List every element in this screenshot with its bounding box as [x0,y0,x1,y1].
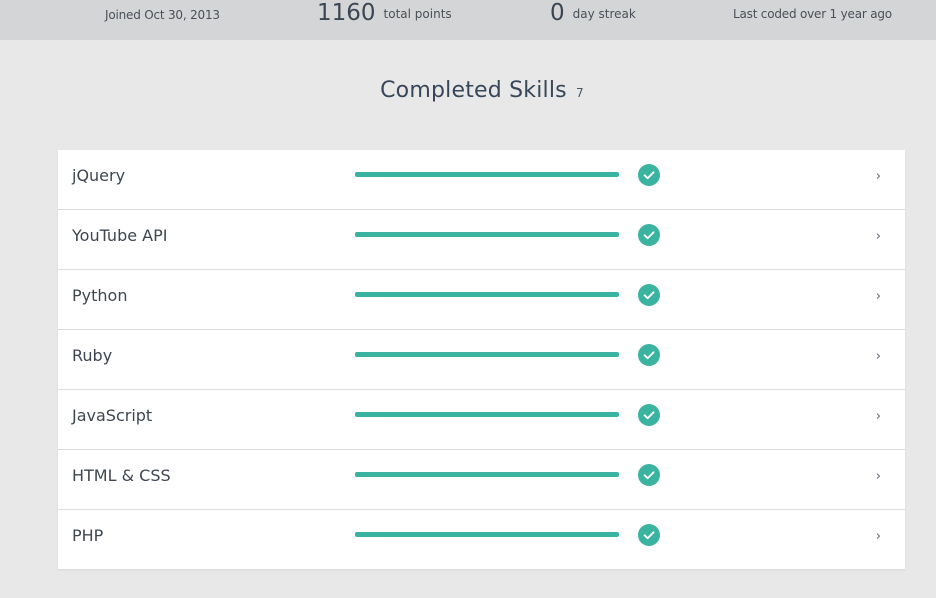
skill-progress-bar [355,172,619,177]
skill-progress-fill [355,172,619,177]
skill-progress-fill [355,292,619,297]
chevron-right-icon[interactable]: › [876,349,881,364]
joined-date-stat: Joined Oct 30, 2013 [105,0,220,26]
chevron-right-icon[interactable]: › [876,169,881,184]
completed-skills-title: Completed Skills [380,78,567,103]
chevron-right-icon[interactable]: › [876,289,881,304]
completed-skills-heading: Completed Skills 7 [0,78,936,103]
profile-stats-bar: Joined Oct 30, 2013 1160 total points 0 … [0,0,936,40]
check-circle-icon [638,344,660,366]
chevron-right-icon[interactable]: › [876,469,881,484]
skill-progress-fill [355,472,619,477]
day-streak-stat: 0 day streak [550,0,636,26]
total-points-value: 1160 [317,0,376,26]
completed-skills-count: 7 [576,86,584,100]
check-circle-icon [638,404,660,426]
check-circle-icon [638,224,660,246]
chevron-right-icon[interactable]: › [876,529,881,544]
skill-name: jQuery [72,166,126,185]
skill-progress-bar [355,232,619,237]
skill-progress-fill [355,532,619,537]
skill-name: YouTube API [72,226,168,245]
check-circle-icon [638,524,660,546]
day-streak-label: day streak [572,7,636,21]
skill-name: HTML & CSS [72,466,171,485]
skill-row-jquery[interactable]: jQuery › [58,150,905,210]
skill-name: Ruby [72,346,113,365]
chevron-right-icon[interactable]: › [876,229,881,244]
last-coded-stat: Last coded over 1 year ago [733,0,892,26]
check-circle-icon [638,284,660,306]
total-points-stat: 1160 total points [317,0,452,26]
skill-row-html-css[interactable]: HTML & CSS › [58,450,905,510]
skill-row-youtube-api[interactable]: YouTube API › [58,210,905,270]
skill-progress-bar [355,412,619,417]
skill-progress-bar [355,472,619,477]
check-circle-icon [638,464,660,486]
skill-row-ruby[interactable]: Ruby › [58,330,905,390]
skill-progress-fill [355,232,619,237]
skill-progress-bar [355,532,619,537]
day-streak-value: 0 [550,0,565,26]
skill-progress-fill [355,412,619,417]
skill-row-javascript[interactable]: JavaScript › [58,390,905,450]
skill-row-python[interactable]: Python › [58,270,905,330]
skill-name: Python [72,286,128,305]
last-coded-text: Last coded over 1 year ago [733,7,892,21]
skill-name: PHP [72,526,104,545]
joined-date-text: Joined Oct 30, 2013 [105,8,220,22]
skill-name: JavaScript [72,406,153,425]
total-points-label: total points [383,7,452,21]
skill-progress-fill [355,352,619,357]
chevron-right-icon[interactable]: › [876,409,881,424]
skill-row-php[interactable]: PHP › [58,510,905,569]
skill-progress-bar [355,352,619,357]
completed-skills-list: jQuery › YouTube API › Python › Ruby › J… [58,150,905,569]
skill-progress-bar [355,292,619,297]
check-circle-icon [638,164,660,186]
